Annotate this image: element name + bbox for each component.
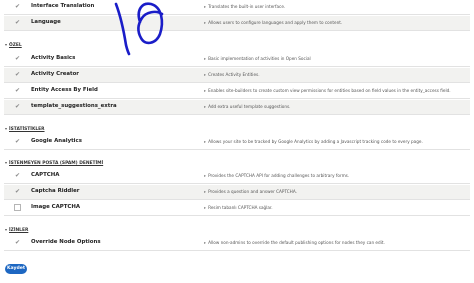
module-description-toggle[interactable]: ▸ Provides the CAPTCHA API for adding cha… [204,172,469,179]
module-description-toggle[interactable]: ▸ Allow non-admins to override the defaul… [204,239,469,246]
module-row-captcha: ✔ CAPTCHA ▸ Provides the CAPTCHA API for … [4,169,470,184]
module-description: Allows your site to be tracked by Google… [208,139,423,144]
section-title: İSTATİSTİKLER [9,127,45,132]
module-name: Language [31,19,61,25]
module-checkbox[interactable]: ✔ [14,172,21,179]
module-checkbox[interactable]: ✔ [14,3,21,10]
collapse-caret-icon: ▾ [5,126,8,131]
module-name: Captcha Riddler [31,188,80,194]
module-description-toggle[interactable]: ▸ Basic implementation of activities in O… [204,55,469,62]
expand-arrow-icon: ▸ [204,4,207,9]
module-description: Provides the CAPTCHA API for adding chal… [208,173,350,178]
module-description: Translates the built-in user interface. [208,4,286,9]
save-button[interactable]: Kaydet [5,264,27,274]
module-checkbox[interactable]: ✔ [14,103,21,110]
section-header-ozel[interactable]: ▾ ÖZEL [5,41,22,49]
module-checkbox[interactable]: ✔ [14,239,21,246]
section-header-izinler[interactable]: ▾ İZİNLER [5,226,28,234]
module-description: Enables site-builders to create custom v… [208,88,451,93]
section-title: İZİNLER [9,228,29,233]
module-description-toggle[interactable]: ▸ Allows your site to be tracked by Googl… [204,138,469,145]
module-name: template_suggestions_extra [31,103,117,109]
module-row-activity-basics: ✔ Activity Basics ▸ Basic implementation … [4,52,470,67]
module-name: CAPTCHA [31,172,60,178]
module-row-google-analytics: ✔ Google Analytics ▸ Allows your site to … [4,135,470,150]
module-row-image-captcha: Image CAPTCHA ▸ Resim tabanlı CAPTCHA sağ… [4,201,470,216]
expand-arrow-icon: ▸ [204,20,207,25]
expand-arrow-icon: ▸ [204,104,207,109]
expand-arrow-icon: ▸ [204,139,207,144]
module-description-toggle[interactable]: ▸ Enables site-builders to create custom … [204,87,469,94]
module-name: Google Analytics [31,138,82,144]
module-row-override-node-options: ✔ Override Node Options ▸ Allow non-admin… [4,236,470,251]
module-description-toggle[interactable]: ▸ Provides a question and answer CAPTCHA. [204,188,469,195]
collapse-caret-icon: ▾ [5,160,8,165]
module-description: Resim tabanlı CAPTCHA sağlar. [208,205,273,210]
module-row-captcha-riddler: ✔ Captcha Riddler ▸ Provides a question a… [4,185,470,200]
module-name: Interface Translation [31,3,95,9]
module-checkbox[interactable]: ✔ [14,55,21,62]
expand-arrow-icon: ▸ [204,240,207,245]
module-row-language: ✔ Language ▸ Allows users to configure la… [4,16,470,31]
expand-arrow-icon: ▸ [204,189,207,194]
expand-arrow-icon: ▸ [204,88,207,93]
module-checkbox-unchecked[interactable] [14,204,21,211]
module-description: Allows users to configure languages and … [208,20,343,25]
module-description: Allow non-admins to override the default… [208,240,385,245]
module-description-toggle[interactable]: ▸ Resim tabanlı CAPTCHA sağlar. [204,204,469,211]
module-checkbox[interactable]: ✔ [14,87,21,94]
expand-arrow-icon: ▸ [204,56,207,61]
module-checkbox[interactable]: ✔ [14,71,21,78]
module-description: Provides a question and answer CAPTCHA. [208,189,297,194]
module-row-template-suggestions-extra: ✔ template_suggestions_extra ▸ Add extra … [4,100,470,115]
module-description: Add extra useful template suggestions. [208,104,291,109]
module-checkbox[interactable]: ✔ [14,19,21,26]
collapse-caret-icon: ▾ [5,227,8,232]
module-description-toggle[interactable]: ▸ Creates Activity Entities. [204,71,469,78]
module-name: Override Node Options [31,239,101,245]
module-description-toggle[interactable]: ▸ Translates the built-in user interface. [204,3,469,10]
module-name: Activity Basics [31,55,76,61]
expand-arrow-icon: ▸ [204,72,207,77]
expand-arrow-icon: ▸ [204,173,207,178]
module-description-toggle[interactable]: ▸ Allows users to configure languages and… [204,19,469,26]
section-title: İSTENMEYEN POSTA (SPAM) DENETİMİ [9,161,104,166]
module-row-interface-translation: ✔ Interface Translation ▸ Translates the … [4,0,470,15]
module-row-activity-creator: ✔ Activity Creator ▸ Creates Activity Ent… [4,68,470,83]
module-checkbox[interactable]: ✔ [14,188,21,195]
section-header-spam-control[interactable]: ▾ İSTENMEYEN POSTA (SPAM) DENETİMİ [5,159,103,167]
module-row-entity-access-by-field: ✔ Entity Access By Field ▸ Enables site-b… [4,84,470,99]
collapse-caret-icon: ▾ [5,42,8,47]
section-header-istatistikler[interactable]: ▾ İSTATİSTİKLER [5,125,45,133]
module-description-toggle[interactable]: ▸ Add extra useful template suggestions. [204,103,469,110]
expand-arrow-icon: ▸ [204,205,207,210]
module-name: Entity Access By Field [31,87,98,93]
module-checkbox[interactable]: ✔ [14,138,21,145]
module-description: Creates Activity Entities. [208,72,260,77]
section-title: ÖZEL [9,43,22,48]
module-name: Image CAPTCHA [31,204,81,210]
module-description: Basic implementation of activities in Op… [208,56,311,61]
module-name: Activity Creator [31,71,79,77]
